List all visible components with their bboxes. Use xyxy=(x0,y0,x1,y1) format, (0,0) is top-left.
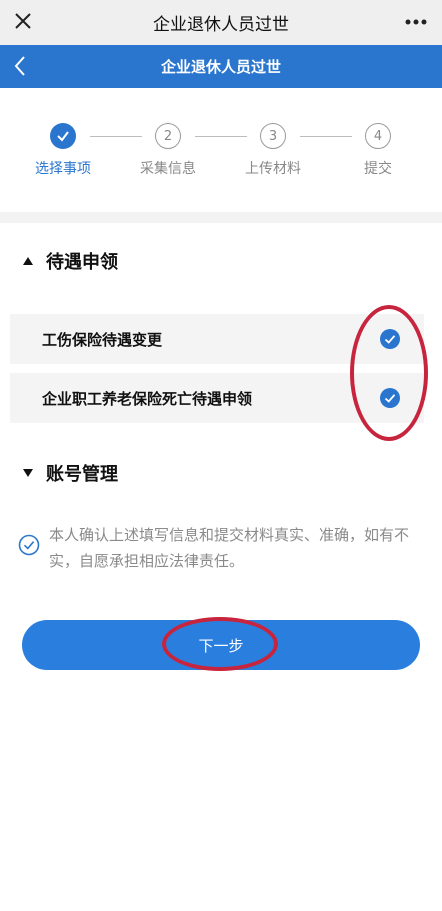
section-account-header[interactable]: 账号管理 xyxy=(22,460,118,486)
close-icon[interactable] xyxy=(10,8,38,36)
option-pension-death-benefit[interactable]: 企业职工养老保险死亡待遇申领 xyxy=(10,373,424,423)
step-2-circle: 2 xyxy=(155,123,181,149)
step-4-label: 提交 xyxy=(364,161,392,177)
page-title: 企业退休人员过世 xyxy=(160,58,281,76)
checkmark-icon xyxy=(57,131,69,142)
section-account-title: 账号管理 xyxy=(46,464,118,485)
step-1-label: 选择事项 xyxy=(35,161,91,177)
triangle-up-icon xyxy=(23,257,33,265)
section-divider xyxy=(0,212,442,223)
section-benefits-header[interactable]: 待遇申领 xyxy=(22,248,118,274)
option-work-injury[interactable]: 工伤保险待遇变更 xyxy=(10,314,424,364)
step-connector xyxy=(90,136,142,137)
step-4-circle: 4 xyxy=(365,123,391,149)
option-label: 企业职工养老保险死亡待遇申领 xyxy=(42,389,253,408)
step-3-circle: 3 xyxy=(260,123,286,149)
page-header: 企业退休人员过世 xyxy=(0,45,442,88)
step-1-circle xyxy=(50,123,76,149)
back-arrow-icon[interactable] xyxy=(8,52,34,80)
section-benefits-title: 待遇申领 xyxy=(46,252,118,273)
more-icon[interactable] xyxy=(402,10,430,34)
step-3-label: 上传材料 xyxy=(245,161,301,177)
option-label: 工伤保险待遇变更 xyxy=(42,330,163,349)
next-step-button[interactable]: 下一步 xyxy=(22,620,420,670)
next-step-label: 下一步 xyxy=(198,636,244,655)
step-2-label: 采集信息 xyxy=(140,161,196,177)
triangle-down-icon xyxy=(23,469,33,477)
app-topbar: 企业退休人员过世 xyxy=(0,0,442,45)
step-connector xyxy=(300,136,352,137)
step-indicator: 2 3 4 选择事项 采集信息 上传材料 提交 xyxy=(0,88,442,212)
checked-circle-icon[interactable] xyxy=(380,388,400,408)
agreement-checkbox-icon[interactable] xyxy=(18,534,40,556)
checked-circle-icon[interactable] xyxy=(380,329,400,349)
agreement-row: 本人确认上述填写信息和提交材料真实、准确，如有不实，自愿承担相应法律责任。 xyxy=(18,522,428,574)
app-title: 企业退休人员过世 xyxy=(153,15,289,35)
step-connector xyxy=(195,136,247,137)
agreement-text: 本人确认上述填写信息和提交材料真实、准确，如有不实，自愿承担相应法律责任。 xyxy=(49,526,410,570)
